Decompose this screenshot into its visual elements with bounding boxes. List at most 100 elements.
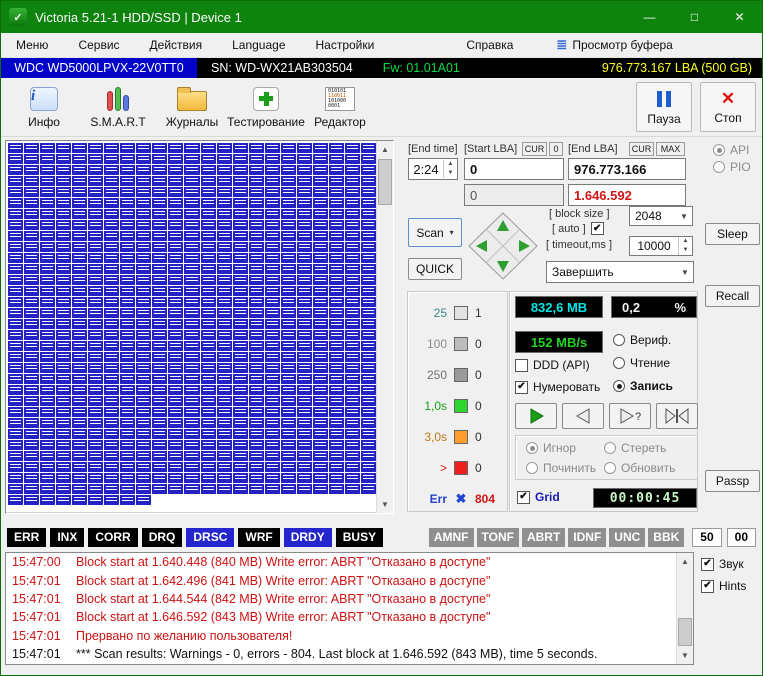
buffer-view-button[interactable]: ≣ Просмотр буфера bbox=[556, 37, 672, 53]
scan-block bbox=[72, 418, 87, 428]
toolbar-info-button[interactable]: i Инфо bbox=[7, 80, 81, 134]
maximize-button[interactable]: □ bbox=[672, 1, 717, 33]
scan-block bbox=[329, 374, 344, 384]
scan-block bbox=[313, 473, 328, 483]
scan-block bbox=[345, 297, 360, 307]
scan-block bbox=[361, 484, 376, 494]
sleep-button[interactable]: Sleep bbox=[705, 223, 760, 245]
menu-service[interactable]: Сервис bbox=[63, 38, 134, 52]
radio-circle[interactable] bbox=[613, 357, 625, 369]
scan-block bbox=[329, 418, 344, 428]
close-button[interactable]: ✕ bbox=[717, 1, 762, 33]
scroll-down-icon[interactable]: ▼ bbox=[377, 496, 393, 513]
scan-block bbox=[104, 209, 119, 219]
passp-button[interactable]: Passp bbox=[705, 470, 760, 492]
scan-block bbox=[120, 242, 135, 252]
align-button[interactable] bbox=[656, 403, 698, 429]
end-lba-input[interactable]: 976.773.166 bbox=[568, 158, 686, 180]
log-scrollbar[interactable]: ▲ ▼ bbox=[676, 553, 693, 664]
scan-block bbox=[329, 473, 344, 483]
scan-block bbox=[8, 143, 23, 153]
action-select[interactable]: Завершить ▼ bbox=[546, 261, 694, 283]
jump-forward-button[interactable]: ? bbox=[609, 403, 651, 429]
navigate-arrows[interactable] bbox=[467, 211, 539, 281]
auto-checkbox[interactable]: ✔ bbox=[591, 222, 604, 235]
menu-settings[interactable]: Настройки bbox=[301, 38, 390, 52]
numerate-checkbox-row[interactable]: ✔Нумеровать bbox=[515, 380, 600, 394]
ddd-checkbox[interactable] bbox=[515, 359, 528, 372]
end-cur-button[interactable]: CUR bbox=[629, 142, 654, 156]
timeout-input[interactable]: 10000 ▲▼ bbox=[629, 236, 693, 256]
hints-checkbox-row[interactable]: ✔Hints bbox=[701, 579, 746, 593]
menu-menu[interactable]: Меню bbox=[1, 38, 63, 52]
sound-checkbox-row[interactable]: ✔Звук bbox=[701, 557, 744, 571]
numerate-checkbox[interactable]: ✔ bbox=[515, 381, 528, 394]
write-radio[interactable]: Запись bbox=[613, 379, 673, 393]
scan-block bbox=[265, 374, 280, 384]
radio-circle[interactable] bbox=[613, 334, 625, 346]
grid-checkbox-row[interactable]: ✔ Grid bbox=[517, 490, 560, 504]
menu-actions[interactable]: Действия bbox=[135, 38, 218, 52]
scan-block bbox=[217, 187, 232, 197]
ddd-checkbox-row[interactable]: DDD (API) bbox=[515, 358, 590, 372]
scan-block bbox=[313, 198, 328, 208]
toolbar-testing-label: Тестирование bbox=[227, 115, 305, 129]
scan-block bbox=[8, 418, 23, 428]
toolbar-journals-button[interactable]: Журналы bbox=[155, 80, 229, 134]
scan-block bbox=[297, 297, 312, 307]
grid-scroll-thumb[interactable] bbox=[378, 159, 392, 205]
hints-checkbox[interactable]: ✔ bbox=[701, 580, 714, 593]
toolbar-smart-button[interactable]: S.M.A.R.T bbox=[81, 80, 155, 134]
scroll-down-icon[interactable]: ▼ bbox=[677, 647, 693, 664]
step-back-button[interactable] bbox=[562, 403, 604, 429]
start-test-button[interactable] bbox=[515, 403, 557, 429]
toolbar-editor-button[interactable]: 0101011100111010000001 Редактор bbox=[303, 80, 377, 134]
scan-block bbox=[24, 484, 39, 494]
scan-block bbox=[217, 418, 232, 428]
menu-help[interactable]: Справка bbox=[451, 38, 528, 52]
scroll-up-icon[interactable]: ▲ bbox=[377, 141, 393, 158]
scan-block bbox=[56, 429, 71, 439]
recall-button[interactable]: Recall bbox=[705, 285, 760, 307]
minimize-button[interactable]: — bbox=[627, 1, 672, 33]
scan-block bbox=[104, 143, 119, 153]
scan-block bbox=[265, 154, 280, 164]
stop-button[interactable]: ✕ Стоп bbox=[700, 82, 756, 132]
end-max-button[interactable]: MAX bbox=[656, 142, 685, 156]
scan-block bbox=[361, 319, 376, 329]
scan-block bbox=[88, 275, 103, 285]
pause-button[interactable]: Пауза bbox=[636, 82, 692, 132]
grid-checkbox[interactable]: ✔ bbox=[517, 491, 530, 504]
toolbar-testing-button[interactable]: Тестирование bbox=[229, 80, 303, 134]
scan-block bbox=[217, 352, 232, 362]
scan-button[interactable]: Scan ▾ bbox=[408, 218, 462, 247]
scan-block bbox=[184, 143, 199, 153]
device-model[interactable]: WDC WD5000LPVX-22V0TT0 bbox=[1, 58, 197, 78]
block-size-combo[interactable]: 2048 ▼ bbox=[629, 206, 693, 226]
scan-block bbox=[313, 143, 328, 153]
scan-block bbox=[233, 231, 248, 241]
read-radio[interactable]: Чтение bbox=[613, 356, 670, 370]
log-scroll-thumb[interactable] bbox=[678, 618, 692, 646]
scan-block bbox=[281, 374, 296, 384]
verify-radio[interactable]: Вериф. bbox=[613, 333, 671, 347]
scan-block bbox=[281, 363, 296, 373]
scan-block bbox=[201, 396, 216, 406]
scroll-up-icon[interactable]: ▲ bbox=[677, 553, 693, 570]
scan-block bbox=[265, 176, 280, 186]
timeout-spinner[interactable]: ▲▼ bbox=[678, 237, 692, 255]
end-time-spinner[interactable]: ▲▼ bbox=[443, 160, 457, 178]
end-time-input[interactable]: 2:24 ▲▼ bbox=[408, 158, 458, 180]
start-cur-button[interactable]: CUR bbox=[522, 142, 547, 156]
start-lba-input[interactable]: 0 bbox=[464, 158, 564, 180]
sound-checkbox[interactable]: ✔ bbox=[701, 558, 714, 571]
scan-block bbox=[345, 143, 360, 153]
auto-checkbox-row[interactable]: [ auto ] ✔ bbox=[552, 222, 604, 235]
scan-block bbox=[56, 385, 71, 395]
scan-block bbox=[40, 363, 55, 373]
grid-scrollbar[interactable]: ▲ ▼ bbox=[376, 141, 393, 513]
radio-circle[interactable] bbox=[613, 380, 625, 392]
menu-language[interactable]: Language bbox=[217, 38, 300, 52]
start-zero-button[interactable]: 0 bbox=[549, 142, 563, 156]
quick-button[interactable]: QUICK bbox=[408, 258, 462, 280]
